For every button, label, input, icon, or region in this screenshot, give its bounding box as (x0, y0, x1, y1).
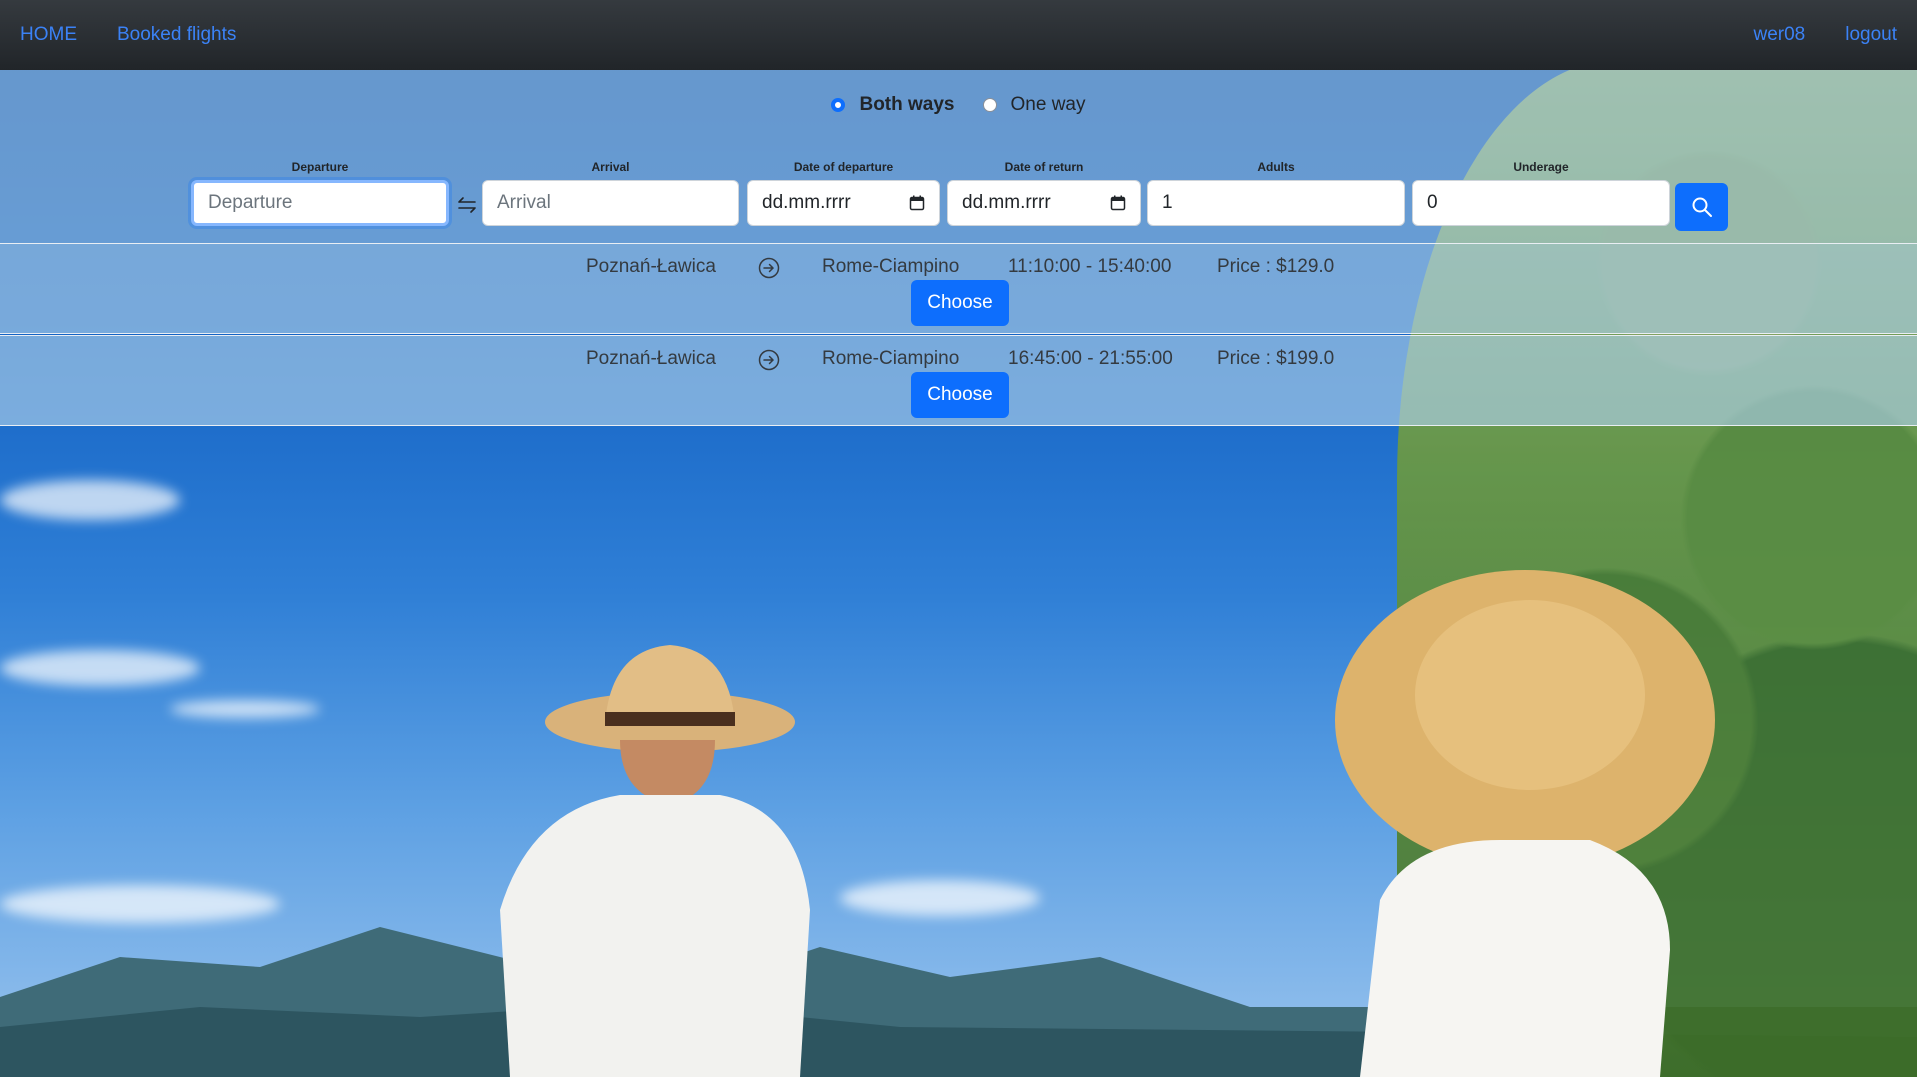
booked-flights-link[interactable]: Booked flights (117, 24, 236, 46)
choose-button[interactable]: Choose (911, 280, 1009, 326)
cloud (0, 480, 180, 520)
flight-row: Poznań-Ławica Rome-Ciampino 11:10:00 - 1… (0, 243, 1917, 334)
return-date-value: dd.mm.rrrr (962, 192, 1051, 213)
adults-label: Adults (1257, 160, 1295, 174)
both-ways-label[interactable]: Both ways (859, 94, 954, 116)
search-icon (1692, 197, 1712, 217)
underage-label: Underage (1513, 160, 1569, 174)
flight-destination: Rome-Ciampino (822, 348, 960, 369)
arrival-placeholder: Arrival (497, 192, 551, 213)
flight-row: Poznań-Ławica Rome-Ciampino 16:45:00 - 2… (0, 335, 1917, 426)
flight-price: Price : $199.0 (1217, 348, 1335, 369)
both-ways-radio[interactable] (831, 98, 846, 112)
swap-icon[interactable] (455, 193, 479, 217)
arrival-input[interactable]: Arrival (482, 180, 739, 226)
choose-button[interactable]: Choose (911, 372, 1009, 418)
navbar: HOME Booked flights wer08 logout (0, 0, 1917, 70)
username-link[interactable]: wer08 (1753, 24, 1805, 46)
flight-price: Price : $129.0 (1217, 256, 1335, 277)
cloud (0, 650, 200, 686)
return-date-label: Date of return (1004, 160, 1084, 174)
departure-date-value: dd.mm.rrrr (762, 192, 851, 213)
arrival-label: Arrival (591, 160, 630, 174)
flight-origin: Poznań-Ławica (586, 256, 716, 277)
departure-placeholder: Departure (208, 192, 293, 213)
underage-value: 0 (1427, 192, 1438, 213)
calendar-icon[interactable] (1110, 195, 1126, 211)
arrow-right-circle-icon (758, 257, 780, 279)
flight-time: 16:45:00 - 21:55:00 (1008, 348, 1173, 369)
search-button[interactable] (1675, 183, 1728, 231)
underage-input[interactable]: 0 (1412, 180, 1670, 226)
adults-input[interactable]: 1 (1147, 180, 1405, 226)
one-way-radio[interactable] (982, 98, 997, 112)
nav-right: wer08 logout (1753, 24, 1897, 46)
adults-value: 1 (1162, 192, 1173, 213)
departure-date-input[interactable]: dd.mm.rrrr (747, 180, 940, 226)
one-way-label[interactable]: One way (1011, 94, 1086, 116)
cloud (170, 700, 320, 718)
nav-left: HOME Booked flights (20, 24, 236, 46)
departure-date-label: Date of departure (793, 160, 894, 174)
search-panel: Both ways One way Departure Departure Ar… (0, 70, 1917, 243)
departure-label: Departure (291, 160, 349, 174)
home-link[interactable]: HOME (20, 24, 77, 46)
flight-origin: Poznań-Ławica (586, 348, 716, 369)
flight-time: 11:10:00 - 15:40:00 (1008, 256, 1172, 277)
flight-destination: Rome-Ciampino (822, 256, 960, 277)
logout-link[interactable]: logout (1845, 24, 1897, 46)
trip-type-selector: Both ways One way (0, 94, 1917, 116)
arrow-right-circle-icon (758, 349, 780, 371)
woman-figure (1335, 570, 1715, 1077)
calendar-icon[interactable] (909, 195, 925, 211)
departure-input[interactable]: Departure (191, 180, 449, 226)
return-date-input[interactable]: dd.mm.rrrr (947, 180, 1141, 226)
man-figure (500, 645, 810, 1077)
